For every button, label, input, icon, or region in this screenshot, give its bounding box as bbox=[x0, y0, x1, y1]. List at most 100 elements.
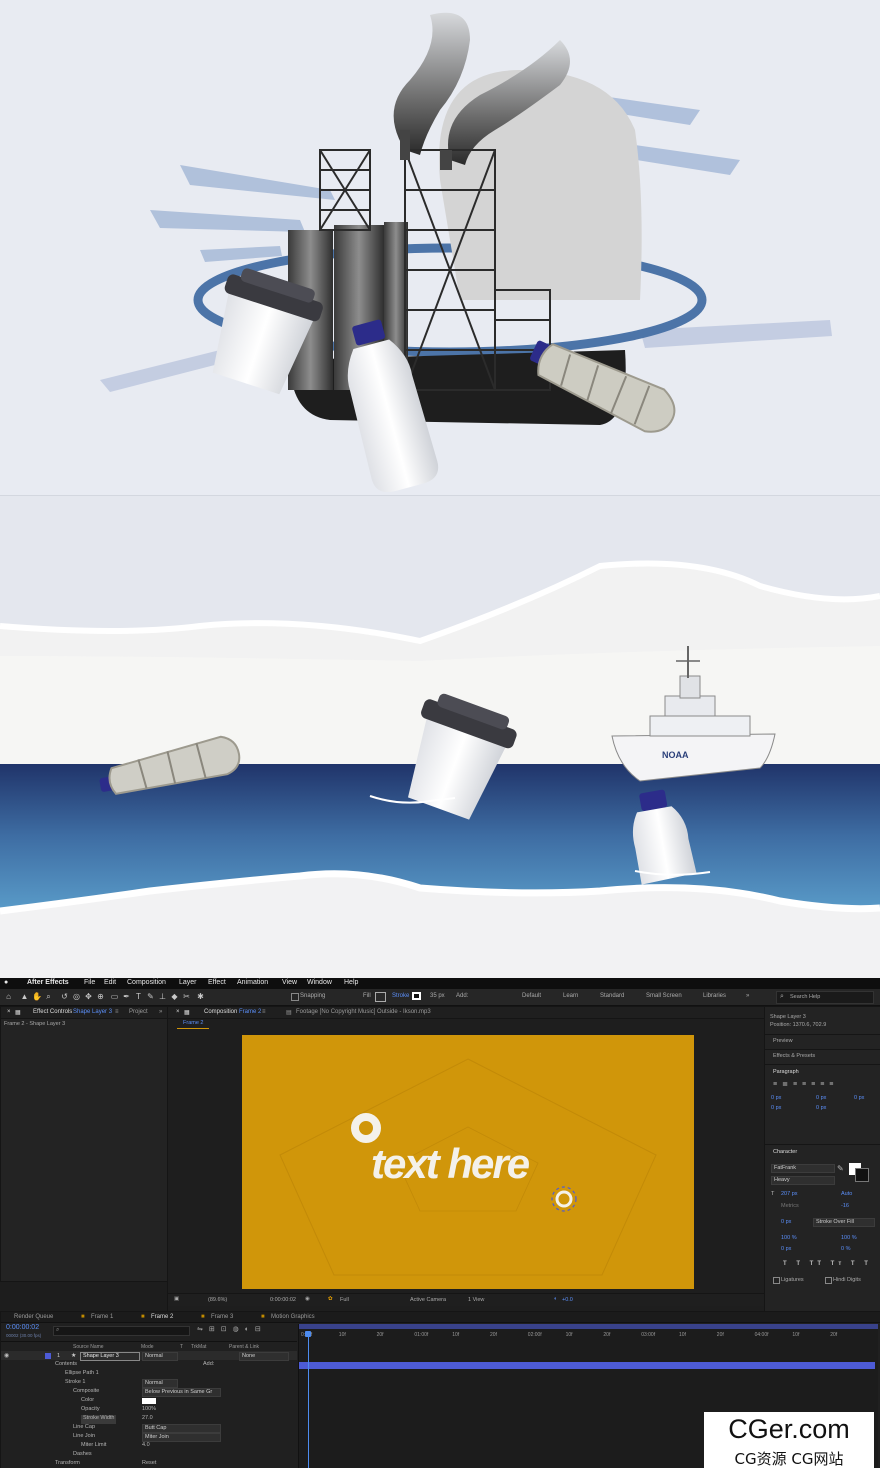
tab-project[interactable]: Project bbox=[129, 1009, 148, 1015]
prop-composite[interactable]: Composite bbox=[73, 1388, 99, 1397]
horizontal-scale-value[interactable]: 100 % bbox=[841, 1235, 857, 1241]
tsume-value[interactable]: 0 % bbox=[841, 1246, 850, 1252]
prop-line-join[interactable]: Line Join bbox=[73, 1433, 95, 1442]
comp-close-icon[interactable]: × bbox=[176, 1009, 180, 1015]
vertical-scale-value[interactable]: 100 % bbox=[781, 1235, 797, 1241]
leading-value[interactable]: Auto bbox=[841, 1191, 852, 1197]
playhead-handle[interactable] bbox=[305, 1331, 311, 1337]
snapshot-icon[interactable]: ◉ bbox=[305, 1296, 310, 1302]
workspace-default[interactable]: Default bbox=[522, 993, 541, 999]
tab-effect-controls[interactable]: Effect Controls bbox=[33, 1009, 72, 1015]
prop-color[interactable]: Color bbox=[81, 1397, 94, 1406]
indent-right-value[interactable]: 0 px bbox=[816, 1095, 826, 1101]
font-size-value[interactable]: 207 px bbox=[781, 1191, 798, 1197]
exposure-value[interactable]: +0.0 bbox=[562, 1297, 573, 1303]
stroke-size-value[interactable]: 0 px bbox=[781, 1219, 791, 1225]
prop-contents[interactable]: Contents bbox=[55, 1361, 77, 1370]
workspace-learn[interactable]: Learn bbox=[563, 993, 578, 999]
tab-composition[interactable]: Composition bbox=[204, 1009, 237, 1015]
composition-canvas[interactable]: text here bbox=[242, 1035, 694, 1289]
timeline-switch-icons[interactable]: ⇋⊞⊡◍◐⊟ bbox=[197, 1325, 267, 1333]
effects-presets-label[interactable]: Effects & Presets bbox=[773, 1053, 815, 1059]
stroke-swatch[interactable] bbox=[412, 992, 421, 1000]
home-icon[interactable]: ⌂ bbox=[4, 992, 13, 1001]
tab-composition-name[interactable]: Frame 2 bbox=[239, 1009, 261, 1015]
canvas-text-layer[interactable]: text here bbox=[371, 1140, 530, 1188]
preview-icon[interactable]: ▣ bbox=[174, 1296, 179, 1302]
stroke-label[interactable]: Stroke bbox=[392, 993, 409, 999]
tab-footage[interactable]: Footage [No Copyright Music] Outside - I… bbox=[296, 1009, 431, 1015]
anchor-tool-icon[interactable]: ⊕ bbox=[96, 992, 105, 1001]
resolution-select[interactable]: Full bbox=[340, 1297, 349, 1303]
layer-parent-select[interactable]: None bbox=[239, 1352, 289, 1361]
pen-tool-icon[interactable]: ✒ bbox=[122, 992, 131, 1001]
col-t[interactable]: T bbox=[180, 1344, 183, 1350]
preview-panel-label[interactable]: Preview bbox=[773, 1038, 793, 1044]
tracking-value[interactable]: -16 bbox=[841, 1203, 849, 1209]
composite-select[interactable]: Below Previous in Same Gr bbox=[142, 1388, 221, 1397]
tab-frame-3[interactable]: Frame 3 bbox=[211, 1314, 233, 1320]
prop-line-cap[interactable]: Line Cap bbox=[73, 1424, 95, 1433]
stroke-width-value-tl[interactable]: 27.0 bbox=[142, 1415, 153, 1424]
overflow-icon[interactable]: » bbox=[159, 1009, 162, 1015]
eyedropper-icon[interactable]: ✎ bbox=[837, 1164, 846, 1173]
font-style-select[interactable]: Heavy bbox=[771, 1176, 835, 1185]
type-tool-icon[interactable]: T bbox=[134, 992, 143, 1001]
add-content-label[interactable]: Add: bbox=[203, 1361, 214, 1370]
layer-label-color[interactable] bbox=[45, 1353, 51, 1359]
time-ruler[interactable]: 0:00f10f20f01:00f10f20f02:00f10f20f03:00… bbox=[299, 1332, 878, 1342]
comp-panel-menu-icon[interactable]: ≡ bbox=[262, 1009, 266, 1015]
panel-menu-icon[interactable]: ≡ bbox=[115, 1009, 119, 1015]
layer-mode-select[interactable]: Normal bbox=[142, 1352, 178, 1361]
stroke-blend-select[interactable]: Normal bbox=[142, 1379, 178, 1388]
menu-effect[interactable]: Effect bbox=[208, 979, 226, 986]
indent-left-value[interactable]: 0 px bbox=[771, 1095, 781, 1101]
menu-view[interactable]: View bbox=[282, 979, 297, 986]
paragraph-align-icons[interactable]: ≡≣≡≡≡≡≡ bbox=[773, 1080, 838, 1088]
zoom-tool-icon[interactable]: ⌕ bbox=[44, 992, 53, 1001]
col-trkmat[interactable]: TrkMat bbox=[191, 1344, 206, 1350]
prop-transform[interactable]: Transform bbox=[55, 1460, 80, 1468]
tab-motion-graphics[interactable]: Motion Graphics bbox=[271, 1314, 315, 1320]
prop-stroke-width[interactable]: Stroke Width bbox=[81, 1415, 117, 1424]
space-after-value[interactable]: 0 px bbox=[816, 1105, 826, 1111]
workspace-libraries[interactable]: Libraries bbox=[703, 993, 726, 999]
prop-opacity[interactable]: Opacity bbox=[81, 1406, 100, 1415]
prop-dashes[interactable]: Dashes bbox=[73, 1451, 92, 1460]
eraser-tool-icon[interactable]: ◆ bbox=[170, 992, 179, 1001]
menu-edit[interactable]: Edit bbox=[104, 979, 116, 986]
menu-file[interactable]: File bbox=[84, 979, 95, 986]
brush-tool-icon[interactable]: ✎ bbox=[146, 992, 155, 1001]
menu-composition[interactable]: Composition bbox=[127, 979, 166, 986]
menu-app[interactable]: After Effects bbox=[27, 979, 69, 986]
layer-name[interactable]: Shape Layer 3 bbox=[80, 1352, 140, 1361]
stroke-color-swatch[interactable] bbox=[855, 1168, 869, 1182]
font-family-select[interactable]: FatFrank bbox=[771, 1164, 835, 1173]
transform-reset[interactable]: Reset bbox=[142, 1460, 156, 1468]
timeline-timecode[interactable]: 0:00:00:02 bbox=[6, 1324, 39, 1331]
apple-icon[interactable]: ● bbox=[4, 979, 8, 986]
ligatures-checkbox[interactable] bbox=[773, 1277, 780, 1284]
tab-effect-controls-layer[interactable]: Shape Layer 3 bbox=[73, 1009, 112, 1015]
layer-duration-bar[interactable] bbox=[299, 1362, 875, 1369]
miter-limit-value[interactable]: 4.0 bbox=[142, 1442, 150, 1451]
kerning-value[interactable]: Metrics bbox=[781, 1203, 799, 1209]
workspace-standard[interactable]: Standard bbox=[600, 993, 624, 999]
prop-stroke[interactable]: Stroke 1 bbox=[65, 1379, 85, 1388]
layer-row[interactable]: ◉ 1 ★ Shape Layer 3 Normal None bbox=[1, 1351, 297, 1361]
stroke-width-value[interactable]: 35 px bbox=[430, 993, 445, 999]
pan-tool-icon[interactable]: ✥ bbox=[84, 992, 93, 1001]
snapping-checkbox[interactable] bbox=[291, 993, 299, 1001]
color-wheel-icon[interactable]: ✿ bbox=[328, 1296, 333, 1302]
rotate-tool-icon[interactable]: ↺ bbox=[60, 992, 69, 1001]
text-style-icons[interactable]: T T TT Tт T T bbox=[783, 1261, 872, 1267]
timeline-search-input[interactable]: ⌕ bbox=[53, 1326, 190, 1336]
line-join-select[interactable]: Miter Join bbox=[142, 1433, 221, 1442]
zoom-value[interactable]: (89.6%) bbox=[208, 1297, 227, 1303]
playhead[interactable] bbox=[308, 1334, 309, 1468]
footer-timecode[interactable]: 0:00:00:02 bbox=[270, 1297, 296, 1303]
prop-miter-limit[interactable]: Miter Limit bbox=[81, 1442, 106, 1451]
clone-tool-icon[interactable]: ⊥ bbox=[158, 992, 167, 1001]
space-before-value[interactable]: 0 px bbox=[771, 1105, 781, 1111]
menu-window[interactable]: Window bbox=[307, 979, 332, 986]
